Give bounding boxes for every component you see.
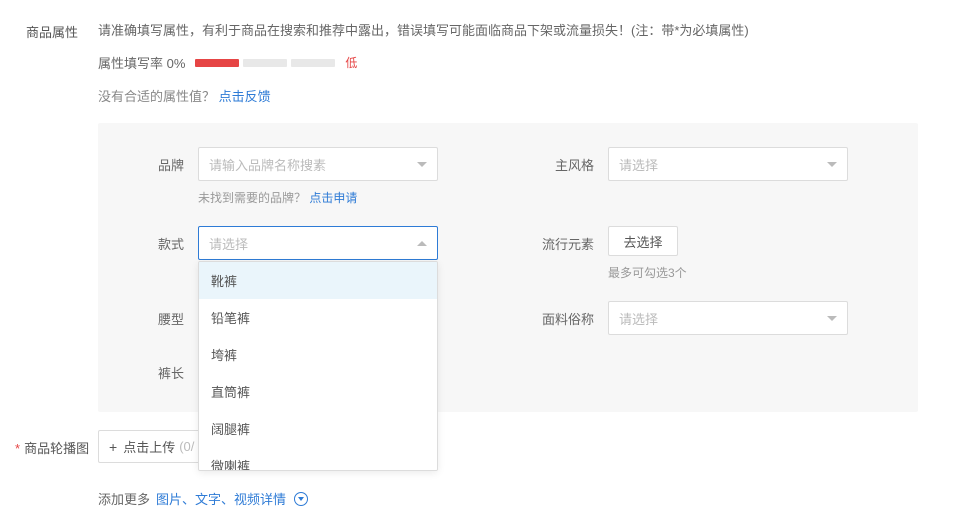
progress-segment	[291, 59, 335, 67]
chevron-down-icon	[417, 162, 427, 167]
section-label-carousel: *商品轮播图	[15, 430, 98, 457]
plus-icon: +	[109, 439, 117, 455]
form-row-style: 款式 请选择 靴裤 铅笔裤 垮裤 直筒裤 阔腿裤 微喇裤 工装裤	[128, 226, 478, 281]
attributes-form-panel: 品牌 请输入品牌名称搜素 未找到需要的品牌？ 点击申请 主风格 请选择	[98, 123, 918, 412]
go-select-button[interactable]: 去选择	[608, 226, 678, 256]
form-row-fashion-element: 流行元素 去选择 最多可勾选3个	[538, 226, 888, 281]
fashion-element-hint: 最多可勾选3个	[608, 264, 888, 281]
upload-button[interactable]: + 点击上传 (0/	[98, 430, 205, 463]
dropdown-option[interactable]: 阔腿裤	[199, 410, 437, 447]
upload-count: (0/	[179, 439, 194, 454]
feedback-row: 没有合适的属性值？ 点击反馈	[98, 86, 973, 105]
main-style-select[interactable]: 请选择	[608, 147, 848, 181]
brand-hint: 未找到需要的品牌？ 点击申请	[198, 189, 478, 206]
add-more-row[interactable]: 添加更多 图片、文字、视频详情	[98, 489, 973, 508]
fill-rate-progress	[195, 59, 335, 67]
style-select[interactable]: 请选择	[198, 226, 438, 260]
field-label-style: 款式	[128, 226, 198, 253]
dropdown-option[interactable]: 垮裤	[199, 336, 437, 373]
dropdown-option[interactable]: 靴裤	[199, 262, 437, 299]
form-row-fabric-name: 面料俗称 请选择	[538, 301, 888, 335]
fabric-name-select[interactable]: 请选择	[608, 301, 848, 335]
main-style-placeholder: 请选择	[619, 155, 658, 174]
chevron-down-icon	[827, 316, 837, 321]
brand-select[interactable]: 请输入品牌名称搜素	[198, 147, 438, 181]
upload-label: 点击上传	[123, 437, 175, 456]
field-label-main-style: 主风格	[538, 147, 608, 174]
required-marker: *	[15, 441, 20, 456]
brand-apply-link[interactable]: 点击申请	[309, 191, 357, 205]
chevron-down-circle-icon	[294, 492, 308, 506]
form-row-main-style: 主风格 请选择	[538, 147, 888, 206]
dropdown-option[interactable]: 直筒裤	[199, 373, 437, 410]
section-label-attributes: 商品属性	[26, 20, 98, 412]
field-label-pants-length: 裤长	[128, 355, 198, 382]
feedback-link[interactable]: 点击反馈	[219, 89, 271, 104]
style-placeholder: 请选择	[209, 234, 248, 253]
dropdown-option[interactable]: 铅笔裤	[199, 299, 437, 336]
no-value-prefix: 没有合适的属性值？	[98, 89, 215, 104]
field-label-brand: 品牌	[128, 147, 198, 174]
chevron-up-icon	[417, 241, 427, 246]
form-row-brand: 品牌 请输入品牌名称搜素 未找到需要的品牌？ 点击申请	[128, 147, 478, 206]
progress-segment	[243, 59, 287, 67]
field-label-fabric-name: 面料俗称	[538, 301, 608, 328]
product-attributes-section: 商品属性 请准确填写属性，有利于商品在搜索和推荐中露出，错误填写可能面临商品下架…	[0, 0, 973, 412]
product-carousel-section: *商品轮播图 + 点击上传 (0/ 添加更多 图片、文字、视频详情	[0, 412, 973, 508]
fill-rate-label: 属性填写率 0%	[98, 53, 185, 72]
add-more-prefix: 添加更多	[98, 489, 150, 508]
brand-placeholder: 请输入品牌名称搜素	[209, 155, 326, 174]
fabric-name-placeholder: 请选择	[619, 309, 658, 328]
field-label-waist-type: 腰型	[128, 301, 198, 328]
add-more-link[interactable]: 图片、文字、视频详情	[156, 489, 286, 508]
chevron-down-icon	[827, 162, 837, 167]
style-dropdown[interactable]: 靴裤 铅笔裤 垮裤 直筒裤 阔腿裤 微喇裤 工装裤	[198, 261, 438, 471]
dropdown-option[interactable]: 微喇裤	[199, 447, 437, 471]
field-label-fashion-element: 流行元素	[538, 226, 608, 253]
progress-segment	[195, 59, 239, 67]
fill-rate-level: 低	[345, 54, 357, 71]
attributes-tip: 请准确填写属性，有利于商品在搜索和推荐中露出，错误填写可能面临商品下架或流量损失…	[98, 20, 973, 39]
fill-rate-row: 属性填写率 0% 低	[98, 53, 973, 72]
